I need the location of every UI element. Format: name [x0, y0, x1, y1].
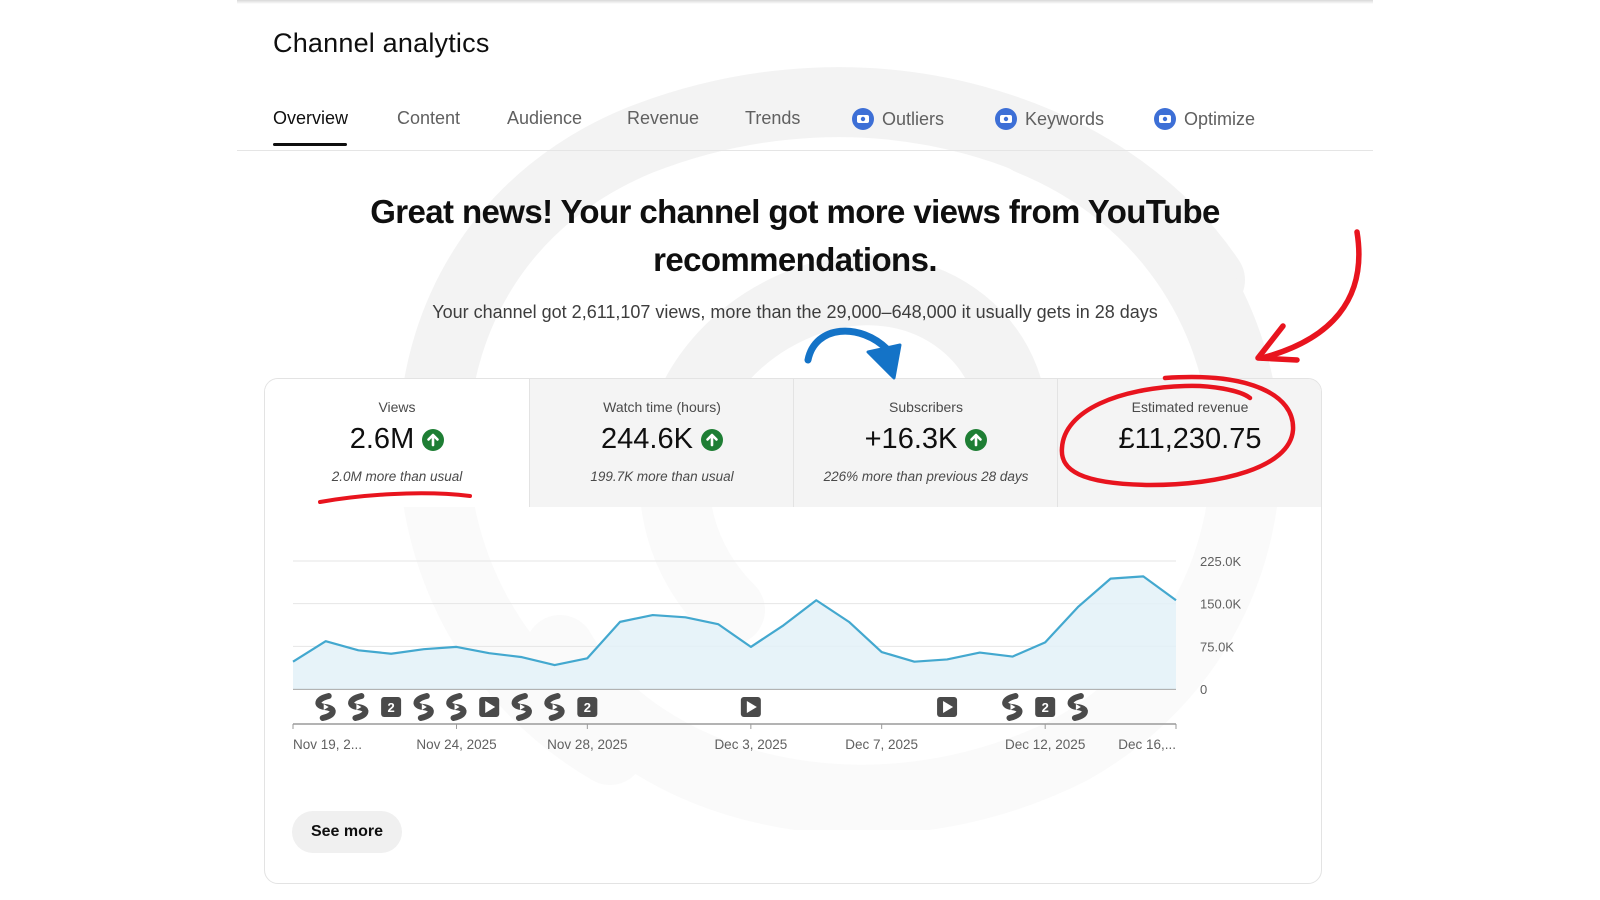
metric-value: 244.6K — [601, 423, 693, 455]
y-tick-label: 0 — [1200, 682, 1207, 697]
page-title: Channel analytics — [273, 28, 490, 58]
metric-value: +16.3K — [864, 423, 958, 455]
metric-tile-estimated-revenue[interactable]: Estimated revenue £11,230.75 — [1057, 379, 1321, 507]
headline: Great news! Your channel got more views … — [360, 188, 1230, 284]
headline-line-1: Great news! Your channel got more views … — [370, 193, 1220, 230]
x-tick-label: Dec 7, 2025 — [845, 737, 918, 752]
tab-audience[interactable]: Audience — [507, 108, 582, 129]
x-tick-label: Dec 12, 2025 — [1005, 737, 1085, 752]
tab-overview[interactable]: Overview — [273, 108, 348, 129]
metric-label: Subscribers — [889, 399, 963, 415]
metric-value-row: 244.6K — [530, 423, 794, 456]
metric-note: 199.7K more than usual — [590, 469, 734, 484]
metric-value: 2.6M — [349, 423, 415, 455]
metric-tile-views[interactable]: Views 2.6M 2.0M more than usual — [265, 379, 529, 507]
metric-value-row: +16.3K — [794, 423, 1058, 456]
metric-label: Views — [378, 399, 416, 415]
tab-label: Overview — [273, 108, 349, 128]
tab-trends[interactable]: Trends — [745, 108, 800, 129]
metric-tile-subscribers[interactable]: Subscribers +16.3K 226% more than previous… — [793, 379, 1058, 507]
trend-up-icon — [965, 428, 988, 451]
tab-revenue[interactable]: Revenue — [627, 108, 699, 129]
extension-icon — [1154, 108, 1176, 130]
tab-content[interactable]: Content — [397, 108, 460, 129]
metric-value: £11,230.75 — [1118, 423, 1262, 455]
tab-optimize[interactable]: Optimize — [1154, 108, 1255, 130]
see-more-button[interactable]: See more — [292, 811, 402, 853]
trend-up-icon — [422, 428, 445, 451]
tab-label: Optimize — [1184, 108, 1256, 129]
metric-label: Watch time (hours) — [603, 399, 721, 415]
tab-label: Keywords — [1025, 108, 1105, 129]
views-area — [293, 576, 1176, 689]
tab-label: Trends — [745, 108, 801, 128]
x-tick-label: Nov 24, 2025 — [416, 737, 496, 752]
x-tick-label: Nov 19, 2... — [293, 737, 362, 752]
overview-card: 225.0K 150.0K 75.0K 0 2 2 2 Nov 19, 2... Nov 24,… — [264, 378, 1322, 884]
top-divider — [237, 0, 1373, 4]
x-tick-label: Dec 16,... — [1118, 737, 1176, 752]
metric-value-row: £11,230.75 — [1058, 423, 1321, 456]
headline-subtext: Your channel got 2,611,107 views, more t… — [432, 302, 1158, 322]
upload-count-label: 2 — [1042, 700, 1049, 715]
metric-label: Estimated revenue — [1131, 399, 1249, 415]
tab-keywords[interactable]: Keywords — [995, 108, 1104, 130]
x-tick-label: Dec 3, 2025 — [714, 737, 787, 752]
metric-value-row: 2.6M — [265, 423, 529, 456]
tab-label: Audience — [507, 108, 583, 128]
headline-line-2: recommendations. — [653, 241, 937, 278]
metric-note: 226% more than previous 28 days — [823, 469, 1029, 484]
active-tab-indicator — [273, 143, 347, 146]
y-tick-label: 75.0K — [1200, 639, 1234, 654]
x-tick-label: Nov 28, 2025 — [547, 737, 627, 752]
extension-icon — [995, 108, 1017, 130]
tab-label: Outliers — [882, 108, 945, 129]
upload-count-label: 2 — [584, 700, 591, 715]
upload-count-label: 2 — [387, 700, 394, 715]
tab-label: Revenue — [627, 108, 700, 128]
trend-up-icon — [700, 428, 723, 451]
extension-icon — [852, 108, 874, 130]
y-tick-label: 225.0K — [1200, 554, 1242, 569]
y-tick-label: 150.0K — [1200, 597, 1242, 612]
tab-outliers[interactable]: Outliers — [852, 108, 944, 130]
tab-bar: Overview Content Audience Revenue Trends Outl… — [237, 96, 1373, 151]
metric-tile-watch-time-hours[interactable]: Watch time (hours) 244.6K 199.7K more than… — [529, 379, 794, 507]
tab-label: Content — [397, 108, 461, 128]
metric-note: 2.0M more than usual — [331, 469, 463, 484]
